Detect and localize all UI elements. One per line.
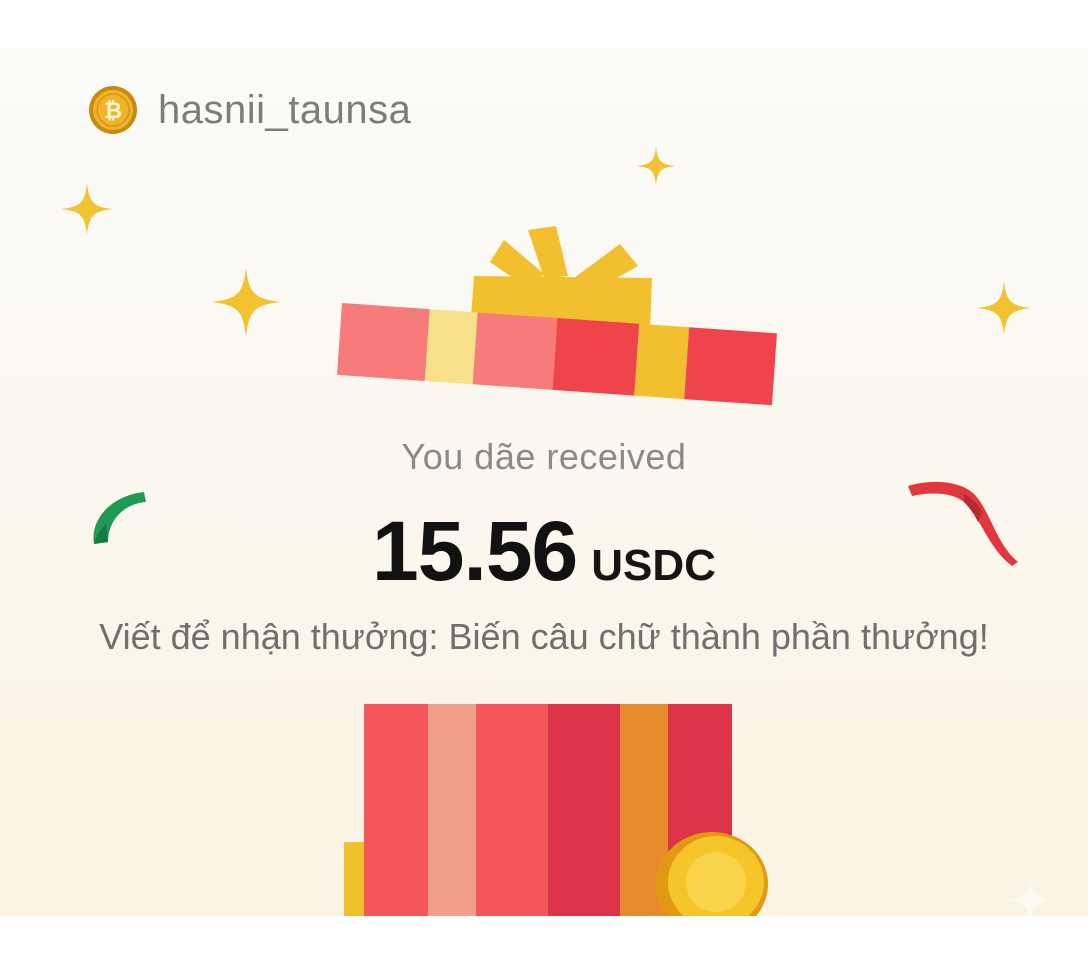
reward-currency: USDC <box>591 541 716 590</box>
gift-lid-icon <box>336 226 777 406</box>
sparkle-icon <box>1006 876 1054 916</box>
reward-amount: 15.56 <box>372 504 578 598</box>
user-header: ₿ hasnii_taunsa <box>88 82 411 138</box>
svg-text:₿: ₿ <box>104 99 122 124</box>
reward-prompt: Viết để nhận thưởng: Biến câu chữ thành … <box>99 616 989 657</box>
reward-card: ₿ hasnii_taunsa You dãe received 15.56 U… <box>0 48 1088 916</box>
sparkle-icon <box>977 281 1031 335</box>
sparkle-icon <box>61 183 113 235</box>
bitcoin-coin-icon: ₿ <box>89 86 137 134</box>
sparkle-icon <box>211 267 281 337</box>
username: hasnii_taunsa <box>158 87 412 132</box>
received-label: You dãe received <box>401 436 687 477</box>
reward-amount-row: 15.56 USDC <box>0 503 1088 600</box>
sparkle-icon <box>636 146 676 186</box>
gift-box-icon <box>344 704 768 916</box>
